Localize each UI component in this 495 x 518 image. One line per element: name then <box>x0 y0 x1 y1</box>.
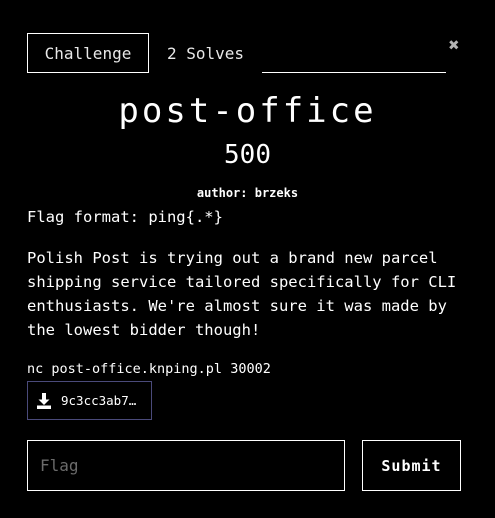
close-icon: ✖ <box>448 35 460 56</box>
tab-bar: Challenge 2 Solves <box>27 33 446 73</box>
challenge-points: 500 <box>224 140 271 170</box>
tab-challenge[interactable]: Challenge <box>27 33 149 73</box>
close-button[interactable]: ✖ <box>446 37 462 55</box>
description-text: Polish Post is trying out a brand new pa… <box>27 249 457 339</box>
tab-bar-underline <box>262 33 446 73</box>
flag-format-text: Flag format: ping{.*} <box>27 208 223 226</box>
download-icon <box>37 392 51 409</box>
flag-input[interactable] <box>27 440 345 491</box>
challenge-modal: Challenge 2 Solves ✖ post-office 500 aut… <box>0 0 495 518</box>
challenge-author: author: brzeks <box>196 186 299 200</box>
challenge-title: post-office <box>118 91 377 131</box>
submit-button[interactable]: Submit <box>362 440 461 491</box>
challenge-description: Flag format: ping{.*} Polish Post is try… <box>27 205 467 342</box>
file-name-label: 9c3cc3ab7… <box>61 393 137 408</box>
tab-solves[interactable]: 2 Solves <box>149 33 262 73</box>
connection-info: nc post-office.knping.pl 30002 <box>27 361 271 377</box>
file-download-button[interactable]: 9c3cc3ab7… <box>27 381 152 420</box>
